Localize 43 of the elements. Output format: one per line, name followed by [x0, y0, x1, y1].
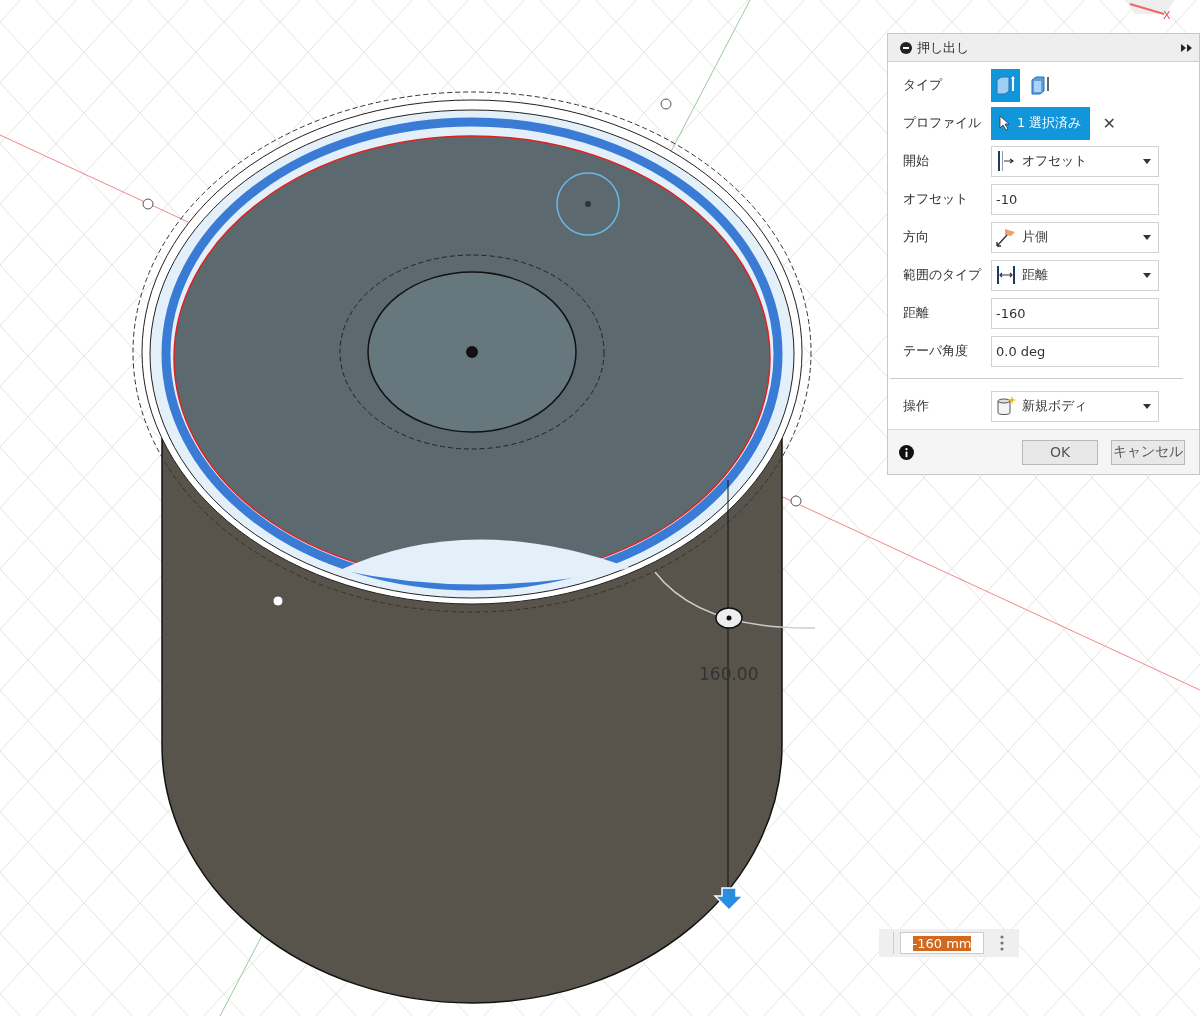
input-field[interactable]: 0.0 deg: [991, 335, 1159, 367]
dimension-input[interactable]: -160 mm: [879, 929, 1019, 957]
field-label: 操作: [903, 397, 930, 415]
extrude-type-button[interactable]: [991, 68, 1020, 102]
new-body-icon: [995, 395, 1017, 417]
info-icon[interactable]: [899, 444, 914, 460]
more-icon[interactable]: [1000, 935, 1004, 951]
dropdown-field[interactable]: 距離: [991, 259, 1159, 291]
field-label: タイプ: [903, 76, 944, 94]
distance-value[interactable]: -160 mm: [912, 935, 972, 951]
axis-label: X: [1163, 9, 1171, 22]
field-label: テーパ角度: [903, 342, 969, 360]
flag-arrow-icon: [995, 226, 1017, 248]
expand-icon[interactable]: [1181, 43, 1193, 52]
field-label: 距離: [903, 304, 930, 322]
cancel-button[interactable]: キャンセル: [1111, 439, 1185, 465]
solid-extrude-icon: [993, 73, 1018, 97]
handle-point[interactable]: [660, 98, 672, 110]
ok-button[interactable]: OK: [1022, 439, 1098, 465]
caret-icon: [1143, 158, 1151, 164]
collapse-icon[interactable]: [900, 41, 912, 54]
cursor-icon: [999, 115, 1011, 131]
distance-icon: [995, 264, 1017, 286]
field-label: 範囲のタイプ: [903, 266, 983, 284]
dropdown-field[interactable]: 片側: [991, 221, 1159, 253]
input-field[interactable]: -160: [991, 297, 1159, 329]
caret-icon: [1143, 272, 1151, 278]
handle-point[interactable]: [790, 495, 802, 507]
dropdown-field[interactable]: オフセット: [991, 145, 1159, 177]
distance-handle-icon[interactable]: [715, 607, 743, 629]
field-label: プロファイル: [903, 114, 982, 132]
dropdown-field[interactable]: 新規ボディ: [991, 390, 1159, 422]
manipulator-circle-icon[interactable]: [556, 172, 620, 236]
field-label: 開始: [903, 152, 930, 170]
input-field[interactable]: -10: [991, 183, 1159, 215]
caret-icon: [1143, 234, 1151, 240]
field-label: オフセット: [903, 190, 969, 208]
caret-icon: [1143, 403, 1151, 409]
clear-selection-button[interactable]: ✕: [1102, 113, 1116, 133]
handle-point[interactable]: [272, 595, 284, 607]
panel-title: 押し出し: [917, 38, 970, 57]
field-label: 方向: [903, 228, 930, 246]
handle-point[interactable]: [142, 198, 154, 210]
